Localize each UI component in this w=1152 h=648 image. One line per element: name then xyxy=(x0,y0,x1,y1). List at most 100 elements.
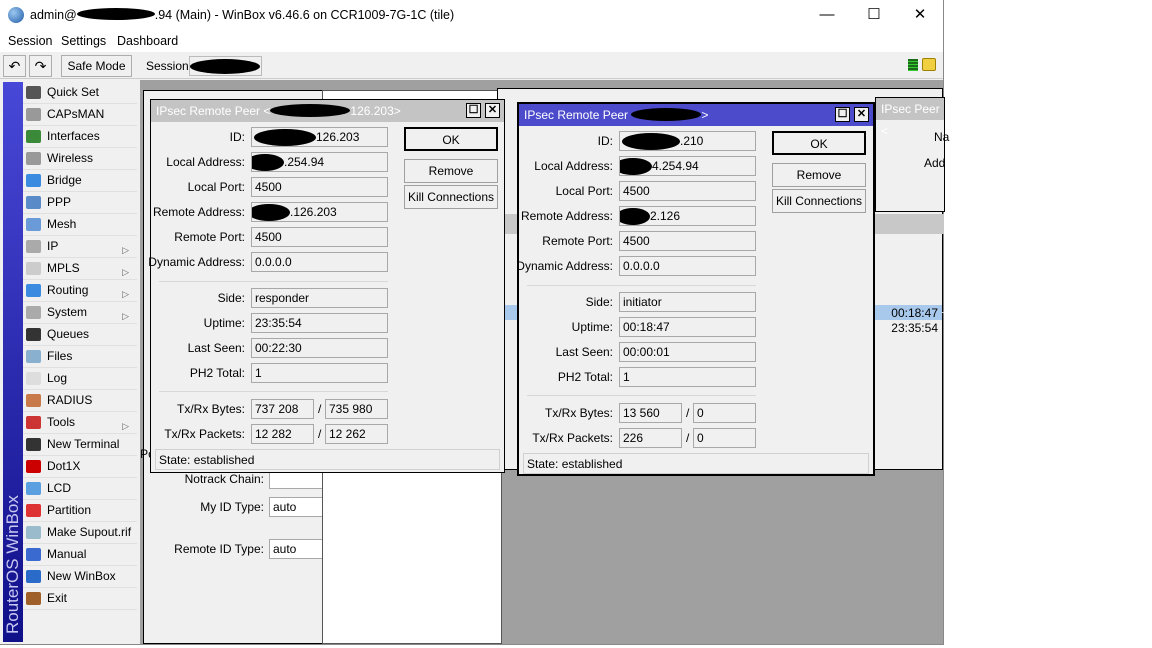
window-title: IPsec Peer < xyxy=(876,98,944,138)
field-label: Notrack Chain: xyxy=(184,472,264,486)
sidebar-item-label: Exit xyxy=(47,591,68,605)
sidebar-item-label: Wireless xyxy=(47,151,94,165)
pie-icon xyxy=(26,504,41,517)
safe-mode-button[interactable]: Safe Mode xyxy=(61,55,132,77)
sidebar-item-label: CAPsMAN xyxy=(47,107,105,121)
sidebar-item-label: Dot1X xyxy=(47,459,81,473)
sidebar-item-label: LCD xyxy=(47,481,72,495)
sidebar-item-quick-set[interactable]: Quick Set xyxy=(23,82,137,104)
dynamic-address-label: Dynamic Address: xyxy=(516,259,613,273)
ipsec-remote-peer-dialog: IPsec Remote Peer > ☐ ✕ ID: .210 Local Addre… xyxy=(516,102,875,476)
field-label: Add xyxy=(924,156,946,170)
tx-rx-packets-label: Tx/Rx Packets: xyxy=(164,427,245,441)
uptime-label: Uptime: xyxy=(203,316,245,330)
redo-button[interactable]: ↷ xyxy=(29,55,52,77)
sidebar-item-label: Mesh xyxy=(47,217,77,231)
antenna-icon xyxy=(26,152,41,165)
sidebar-item-dot1x[interactable]: Dot1X xyxy=(23,456,137,478)
maximize-dialog-button[interactable]: ☐ xyxy=(466,103,481,118)
sidebar-item-manual[interactable]: Manual xyxy=(23,544,137,566)
door-icon xyxy=(26,592,41,605)
wand-icon xyxy=(26,86,41,99)
dynamic-address-label: Dynamic Address: xyxy=(148,255,245,269)
menu-settings[interactable]: Settings xyxy=(61,34,106,48)
tx-rx-bytes-label: Tx/Rx Bytes: xyxy=(176,402,245,416)
local-port-label: Local Port: xyxy=(555,184,613,198)
winbox-icon xyxy=(26,570,41,583)
sidebar-item-new-winbox[interactable]: New WinBox xyxy=(23,566,137,588)
session-field[interactable] xyxy=(189,56,262,76)
status-bar: State: established xyxy=(523,453,869,474)
nic-icon xyxy=(26,130,41,143)
maximize-dialog-button[interactable]: ☐ xyxy=(835,107,850,122)
id-label: ID: xyxy=(229,130,245,144)
menu-session[interactable]: Session xyxy=(8,34,52,48)
rx-bytes-field: 735 980 xyxy=(325,399,388,419)
winbox-logo-icon xyxy=(8,7,24,23)
remote-port-label: Remote Port: xyxy=(174,230,245,244)
minimize-button[interactable]: — xyxy=(804,4,850,26)
tools-icon xyxy=(26,416,41,429)
sidebar-item-lcd[interactable]: LCD xyxy=(23,478,137,500)
toolbar xyxy=(0,52,943,79)
ok-button[interactable]: OK xyxy=(772,131,866,155)
file-icon xyxy=(26,526,41,539)
sidebar-item-label: IP xyxy=(47,239,59,253)
undo-button[interactable]: ↶ xyxy=(3,55,26,77)
sidebar-item-label: Files xyxy=(47,349,73,363)
sidebar-item-label: Manual xyxy=(47,547,87,561)
side-field: initiator xyxy=(619,292,756,312)
id-field: .210 xyxy=(619,131,756,151)
sidebar-item-label: Partition xyxy=(47,503,92,517)
sidebar-item-label: Queues xyxy=(47,327,90,341)
status-bar: State: established xyxy=(155,449,500,470)
close-button[interactable]: ✕ xyxy=(897,4,943,26)
menu-dashboard[interactable]: Dashboard xyxy=(117,34,178,48)
tx-bytes-field: 13 560 xyxy=(619,403,682,423)
slash-separator: / xyxy=(686,431,690,445)
log-icon xyxy=(26,372,41,385)
field-label: Na xyxy=(934,130,950,144)
last-seen-field: 00:22:30 xyxy=(251,338,388,358)
local-port-field: 4500 xyxy=(251,177,388,197)
last-seen-label: Last Seen: xyxy=(187,341,245,355)
close-dialog-button[interactable]: ✕ xyxy=(854,107,869,122)
sidebar-item-capsman[interactable]: CAPsMAN xyxy=(23,104,137,126)
sidebar-item-exit[interactable]: Exit xyxy=(23,588,137,610)
sidebar-item-make-supout-rif[interactable]: Make Supout.rif xyxy=(23,522,137,544)
tx-packets-field: 226 xyxy=(619,428,682,448)
uptime-cell: 00:18:47 xyxy=(891,306,938,320)
routing-icon xyxy=(26,284,41,297)
uptime-label: Uptime: xyxy=(571,320,613,334)
lock-icon xyxy=(922,58,936,71)
remote-address-field: 2.126 xyxy=(619,206,756,226)
sidebar-item-label: MPLS xyxy=(47,261,80,275)
tx-rx-bytes-label: Tx/Rx Bytes: xyxy=(544,406,613,420)
mesh-icon xyxy=(26,218,41,231)
field-input[interactable]: auto xyxy=(269,539,329,559)
maximize-button[interactable]: ☐ xyxy=(851,4,897,26)
slash-separator: / xyxy=(318,402,322,416)
dynamic-address-field: 0.0.0.0 xyxy=(619,256,756,276)
remote-port-field: 4500 xyxy=(251,227,388,247)
sidebar-item-label: Log xyxy=(47,371,68,385)
remove-button[interactable]: Remove xyxy=(772,163,866,187)
ph2-total-field: 1 xyxy=(619,367,756,387)
dynamic-address-field: 0.0.0.0 xyxy=(251,252,388,272)
field-input[interactable]: auto xyxy=(269,497,329,517)
sidebar-item-partition[interactable]: Partition xyxy=(23,500,137,522)
uptime-field: 00:18:47 xyxy=(619,317,756,337)
field-label: Remote ID Type: xyxy=(174,542,264,556)
remote-address-label: Remote Address: xyxy=(152,205,245,219)
antenna-icon xyxy=(26,108,41,121)
connection-status-icon xyxy=(908,59,918,71)
slash-separator: / xyxy=(318,427,322,441)
last-seen-label: Last Seen: xyxy=(555,345,613,359)
kill-connections-button[interactable]: Kill Connections xyxy=(772,189,866,213)
ph2-total-field: 1 xyxy=(251,363,388,383)
dialog-title-bar: IPsec Remote Peer <126.203> ☐ ✕ xyxy=(151,100,504,122)
sidebar-item-label: Interfaces xyxy=(47,129,100,143)
local-port-field: 4500 xyxy=(619,181,756,201)
users-icon xyxy=(26,394,41,407)
close-dialog-button[interactable]: ✕ xyxy=(485,103,500,118)
